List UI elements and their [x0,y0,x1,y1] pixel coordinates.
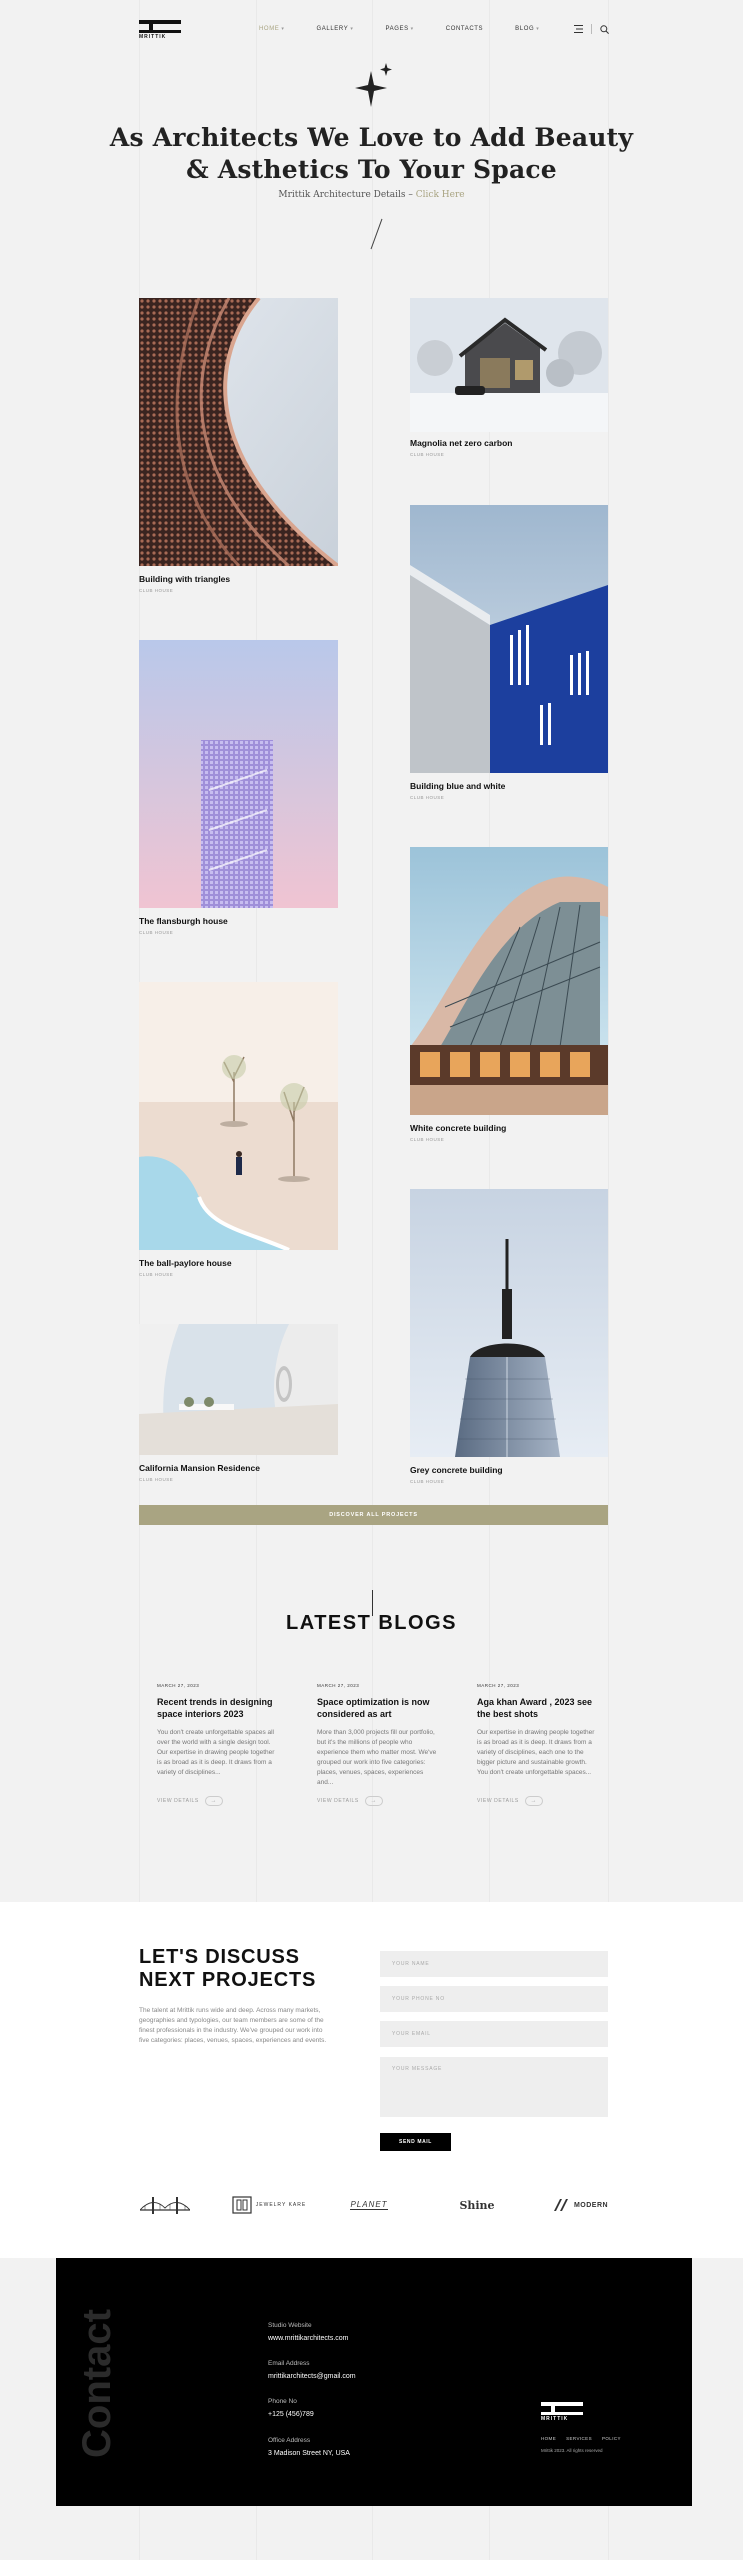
blog-view-details[interactable]: View Details → [157,1796,277,1806]
copyright-text: Mrittik 2023. All rights reserved [541,2448,603,2453]
project-name[interactable]: Building blue and white [410,781,505,791]
project-category: Club House [139,1477,174,1482]
discuss-title: LET'S DISCUSS NEXT PROJECTS [139,1946,317,1991]
phone-link[interactable]: +125 (456)789 [268,2411,314,2418]
nav-contacts[interactable]: Contacts [446,26,483,32]
blog-excerpt: More than 3,000 projects fill our portfo… [317,1729,437,1786]
project-name[interactable]: Building with triangles [139,574,230,584]
project-name[interactable]: California Mansion Residence [139,1463,260,1473]
shine-logo: Shine [459,2198,495,2212]
site-header: MRITTIK Home ▾ Gallery ▾ Pages ▾ Contacts B… [139,18,609,42]
jewelry-logo: JEWELRY KARE [225,2192,313,2218]
send-mail-button[interactable]: Send Mail [380,2133,451,2151]
planet-logo: PLANET [350,2200,388,2210]
blog-date: March 27, 2023 [157,1683,200,1688]
arrow-right-icon: → [204,1796,223,1806]
blog-excerpt: You don't create unforgettable spaces al… [157,1729,275,1776]
footer-nav-policy[interactable]: Policy [602,2436,621,2441]
project-category: Club House [410,795,445,800]
hero-title: As Architects We Love to Add Beauty & Ast… [109,123,634,184]
hero-subtitle: Mrittik Architecture Details – Click Her… [278,190,465,200]
footer-logo[interactable]: MRITTIK [541,2400,585,2422]
blog-title[interactable]: Recent trends in designing space interio… [157,1696,277,1720]
project-image[interactable] [410,1189,608,1457]
nav-home[interactable]: Home ▾ [259,26,285,32]
project-category: Club House [410,1137,445,1142]
project-category: Club House [410,1479,445,1484]
hero-click-link[interactable]: Click Here [416,190,465,200]
arrow-right-icon: → [524,1796,543,1806]
main-nav: Home ▾ Gallery ▾ Pages ▾ Contacts Blog ▾ [259,26,571,32]
menu-icon[interactable] [574,25,583,33]
chevron-down-icon: ▾ [410,26,414,32]
project-name[interactable]: The flansburgh house [139,916,228,926]
nav-gallery[interactable]: Gallery ▾ [317,26,354,32]
header-icons [574,24,609,34]
chevron-down-icon: ▾ [281,26,285,32]
project-image[interactable] [139,982,338,1250]
blog-card: March 27, 2023 Space optimization is now… [317,1683,437,1806]
project-category: Club House [410,452,445,457]
hero-divider [370,218,383,250]
blog-date: March 27, 2023 [317,1683,360,1688]
nav-pages[interactable]: Pages ▾ [385,26,413,32]
logo-text: MRITTIK [139,34,167,40]
footer-nav-home[interactable]: Home [541,2436,556,2441]
project-name[interactable]: Grey concrete building [410,1465,503,1475]
sparkle-icon [355,63,392,107]
project-name[interactable]: White concrete building [410,1123,506,1133]
site-logo[interactable]: MRITTIK [139,18,183,40]
website-link[interactable]: www.mrittikarchitects.com [268,2335,349,2342]
project-image[interactable] [410,298,608,432]
contact-vertical-title: Contact [75,2309,118,2458]
blog-view-details[interactable]: View Details → [477,1796,597,1806]
latest-blogs-title: LATEST BLOGS [286,1612,457,1634]
discover-all-projects-button[interactable]: Discover All Projects [139,1505,608,1525]
contact-email: Email Address mrittikarchitects@gmail.co… [268,2360,356,2380]
project-category: Club House [139,1272,174,1277]
arrow-right-icon: → [364,1796,383,1806]
email-field[interactable]: Your Email [380,2021,608,2047]
chevron-down-icon: ▾ [350,26,354,32]
contact-section [56,2258,692,2506]
blog-title[interactable]: Space optimization is now considered as … [317,1696,437,1720]
name-field[interactable]: Your Name [380,1951,608,1977]
search-icon[interactable] [600,24,609,34]
svg-text:Contact: Contact [75,2309,118,2458]
discuss-text: The talent at Mrittik runs wide and deep… [139,2007,327,2044]
chevron-down-icon: ▾ [536,26,540,32]
project-image[interactable] [410,847,608,1115]
blog-card: March 27, 2023 Aga khan Award , 2023 see… [477,1683,597,1806]
blog-view-details[interactable]: View Details → [317,1796,437,1806]
project-image[interactable] [139,640,338,908]
project-name[interactable]: Magnolia net zero carbon [410,438,513,448]
contact-website: Studio Website www.mrittikarchitects.com [268,2322,349,2342]
address-text: 3 Madison Street NY, USA [268,2450,350,2457]
phone-field[interactable]: Your Phone No [380,1986,608,2012]
footer-nav-services[interactable]: Services [566,2436,592,2441]
blog-date: March 27, 2023 [477,1683,520,1688]
nav-blog[interactable]: Blog ▾ [515,26,539,32]
project-category: Club House [139,588,174,593]
modern-logo: MODERN [551,2192,611,2218]
contact-phone: Phone No +125 (456)789 [268,2398,314,2418]
footer-nav: Home Services Policy [541,2436,621,2441]
project-image[interactable] [410,505,608,773]
project-category: Club House [139,930,174,935]
blog-card: March 27, 2023 Recent trends in designin… [157,1683,277,1806]
bridge-logo [139,2192,191,2218]
message-field[interactable]: Your Message [380,2057,608,2117]
blog-title[interactable]: Aga khan Award , 2023 see the best shots [477,1696,597,1720]
email-link[interactable]: mrittikarchitects@gmail.com [268,2373,356,2380]
blog-excerpt: Our expertise in drawing people together… [477,1729,595,1776]
project-image[interactable] [139,1324,338,1455]
project-name[interactable]: The ball-paylore house [139,1258,232,1268]
project-image[interactable] [139,298,338,566]
contact-address: Office Address 3 Madison Street NY, USA [268,2437,350,2457]
